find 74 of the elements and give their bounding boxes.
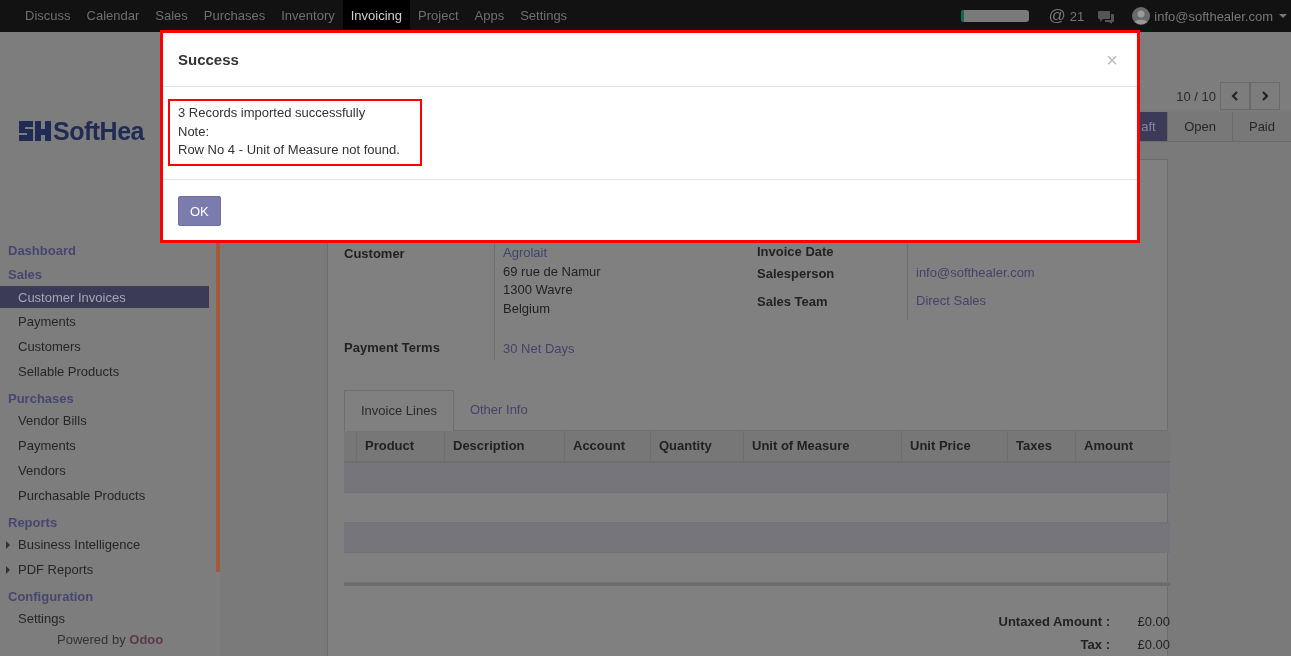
column-header[interactable]: Product bbox=[356, 431, 444, 461]
message-line: Row No 4 - Unit of Measure not found. bbox=[178, 141, 400, 159]
close-button[interactable]: × bbox=[1102, 49, 1122, 70]
expand-arrow-icon bbox=[4, 541, 12, 549]
tab[interactable]: Other Info bbox=[453, 390, 544, 430]
message-line: Note: bbox=[178, 122, 211, 141]
menu-item[interactable]: Inventory bbox=[273, 0, 343, 32]
field-link[interactable]: Direct Sales bbox=[916, 292, 987, 311]
address-line: 69 rue de Namur bbox=[503, 262, 601, 281]
section-heading[interactable]: Purchases bbox=[0, 390, 209, 408]
menu-item[interactable]: Purchases bbox=[195, 0, 274, 32]
column-header[interactable]: Unit Price bbox=[901, 431, 1007, 461]
chevron-right-icon bbox=[1261, 91, 1269, 101]
column-header[interactable]: Amount bbox=[1075, 431, 1170, 461]
section-heading[interactable]: Dashboard bbox=[0, 242, 209, 260]
dialog-title: Success bbox=[178, 51, 239, 68]
field-label: Salesperson bbox=[757, 265, 836, 283]
menu-item[interactable]: Sales bbox=[147, 0, 196, 32]
expand-arrow-icon bbox=[4, 566, 12, 574]
mention-count[interactable]: 21 bbox=[1069, 8, 1085, 24]
field-label: Sales Team bbox=[757, 293, 829, 311]
user-menu[interactable]: info@softhealer.com bbox=[1154, 8, 1273, 24]
next-button[interactable] bbox=[1250, 82, 1280, 110]
sidebar-item[interactable]: Payments bbox=[0, 433, 209, 458]
column-header[interactable]: Taxes bbox=[1007, 431, 1075, 461]
pager-count: 10 / 10 bbox=[1176, 88, 1216, 104]
sidebar-item[interactable]: Settings bbox=[0, 606, 209, 631]
menu-item[interactable]: Project bbox=[410, 0, 467, 32]
sidebar-item[interactable]: PDF Reports bbox=[0, 557, 209, 582]
sidebar-item[interactable]: Customer Invoices bbox=[0, 286, 209, 308]
status-step[interactable]: Open bbox=[1167, 112, 1232, 141]
column-header[interactable]: Description bbox=[444, 431, 564, 461]
menu-item[interactable]: Calendar bbox=[78, 0, 148, 32]
sidebar-item[interactable]: Vendor Bills bbox=[0, 408, 209, 433]
field-link[interactable]: Agrolait bbox=[503, 244, 601, 263]
column-header[interactable]: Unit of Measure bbox=[743, 431, 901, 461]
sidebar-item[interactable]: Purchasable Products bbox=[0, 483, 209, 508]
field-link[interactable]: info@softhealer.com bbox=[916, 264, 1035, 283]
mention-icon[interactable]: @ bbox=[1048, 7, 1066, 25]
total-label: Untaxed Amount : bbox=[998, 613, 1110, 631]
address-line: Belgium bbox=[503, 299, 551, 318]
total-value: £0.00 bbox=[1136, 636, 1170, 654]
total-label: Tax : bbox=[1080, 636, 1110, 654]
field-label: Customer bbox=[344, 245, 406, 263]
total-value: £0.00 bbox=[1136, 613, 1170, 631]
column-header[interactable]: Quantity bbox=[650, 431, 743, 461]
menu-item[interactable]: Discuss bbox=[17, 0, 79, 32]
avatar-icon bbox=[1132, 7, 1151, 25]
field-label: Invoice Date bbox=[757, 244, 835, 261]
field-link[interactable]: 30 Net Days bbox=[503, 340, 575, 359]
caret-icon bbox=[1279, 14, 1287, 18]
menu-item[interactable]: Apps bbox=[466, 0, 513, 32]
tab[interactable]: Invoice Lines bbox=[344, 390, 454, 431]
chevron-left-icon bbox=[1231, 91, 1239, 101]
column-header[interactable]: Account bbox=[564, 431, 650, 461]
previous-button[interactable] bbox=[1220, 82, 1250, 110]
sidebar-item[interactable]: Sellable Products bbox=[0, 359, 209, 384]
status-step[interactable]: Paid bbox=[1231, 112, 1291, 141]
powered-by-text: Powered by Odoo bbox=[56, 633, 165, 647]
sidebar-item[interactable]: Business Intelligence bbox=[0, 532, 209, 557]
chat-icon bbox=[1098, 8, 1115, 24]
field-label: Payment Terms bbox=[344, 339, 441, 357]
sidebar-item[interactable]: Payments bbox=[0, 309, 209, 334]
ok-button[interactable]: OK bbox=[178, 196, 221, 226]
menu-item[interactable]: Settings bbox=[512, 0, 576, 32]
sidebar-item[interactable]: Customers bbox=[0, 334, 209, 359]
status-step[interactable]: aft bbox=[1138, 112, 1168, 141]
message-line: 3 Records imported successfully bbox=[178, 104, 367, 122]
section-heading[interactable]: Configuration bbox=[0, 588, 209, 606]
menu-item[interactable]: Invoicing bbox=[342, 0, 411, 32]
sidebar-item[interactable]: Vendors bbox=[0, 458, 209, 483]
address-line: 1300 Wavre bbox=[503, 281, 574, 299]
logo-text: SoftHea bbox=[53, 116, 144, 146]
progress-bar bbox=[960, 10, 1029, 22]
